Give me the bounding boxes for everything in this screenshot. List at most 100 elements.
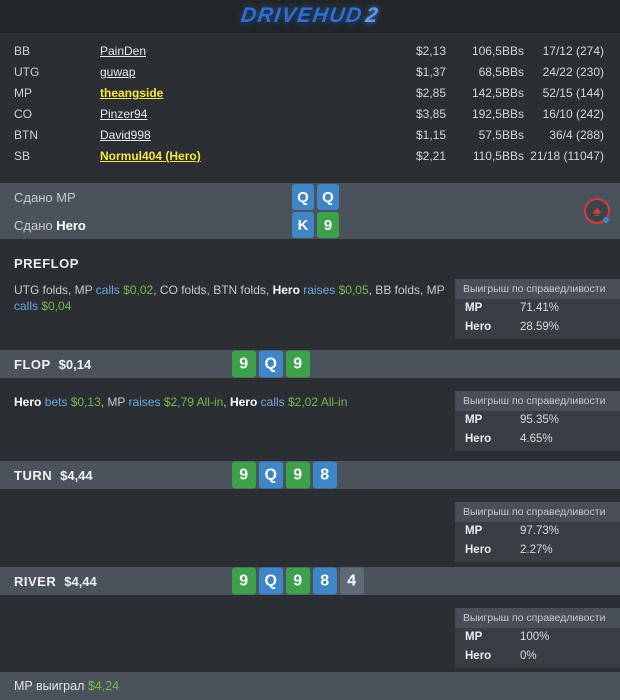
text-token: Сдано (14, 217, 57, 233)
text-token: $2,79 All-in (163, 395, 224, 409)
text-token: $0,13 (70, 395, 101, 409)
text-token: MP выиграл (14, 679, 88, 693)
text-token: Hero (14, 395, 42, 409)
dealt-row-hero: Сдано Hero K9 (0, 211, 620, 239)
player-row: CO Pinzer94 $3,85 192,5BBs 16/10 (242) (0, 104, 620, 125)
preflop-action-line: UTG folds, MP calls $0,02, CO folds, BTN… (14, 279, 455, 314)
card-Q: Q (259, 350, 283, 378)
equity-row: MP 100% (455, 628, 620, 647)
dealt-label: Сдано MP (14, 190, 76, 205)
card-8: 8 (313, 567, 337, 595)
vpip-pfr-stats: 17/12 (274) (542, 44, 604, 58)
dealt-label: Сдано Hero (14, 218, 86, 233)
position-label: MP (14, 86, 32, 100)
drivehud-logo: DRIVEHUD2 (239, 4, 381, 28)
equity-row: MP 71.41% (455, 299, 620, 318)
equity-player: Hero (465, 650, 492, 662)
equity-panel-title: Выигрыш по справедливости (455, 608, 620, 628)
text-token: calls (260, 395, 285, 409)
card-K: K (292, 212, 314, 238)
text-token: , MP (100, 395, 129, 409)
hole-cards-hero: K9 (292, 212, 342, 238)
flop-section: FLOP $0,14 9Q9 Hero bets $0,13, MP raise… (0, 350, 620, 451)
card-Q: Q (317, 184, 339, 210)
bbs-value: 142,5BBs (471, 86, 524, 100)
card-9: 9 (317, 212, 339, 238)
equity-player: MP (465, 302, 483, 314)
equity-value: 28.59% (520, 321, 560, 333)
replay-hand-icon[interactable]: ♠ (584, 198, 610, 224)
players-table: BB PainDen $2,13 106,5BBs 17/12 (274) UT… (0, 33, 620, 171)
equity-value: 4.65% (520, 433, 553, 445)
bbs-value: 192,5BBs (471, 107, 524, 121)
equity-value: 2.27% (520, 544, 553, 556)
text-token: Сдано MP (14, 189, 76, 205)
equity-panel-title: Выигрыш по справедливости (455, 391, 620, 411)
equity-player: MP (465, 414, 483, 426)
equity-row: MP 95.35% (455, 411, 620, 430)
text-token: $4,24 (87, 679, 120, 693)
player-name-link[interactable]: Pinzer94 (100, 104, 147, 125)
stack-value: $2,85 (415, 86, 446, 100)
equity-panel-river: Выигрыш по справедливости MP 100% Hero 0… (455, 608, 620, 668)
player-name-link[interactable]: PainDen (100, 41, 146, 62)
player-name-link[interactable]: guwap (100, 62, 135, 83)
preflop-title: PREFLOP (14, 256, 79, 271)
player-name-link[interactable]: Normul404 (Hero) (100, 146, 201, 167)
equity-panel-flop: Выигрыш по справедливости MP 95.35% Hero… (455, 391, 620, 451)
equity-value: 97.73% (520, 525, 560, 537)
card-Q: Q (292, 184, 314, 210)
vpip-pfr-stats: 16/10 (242) (542, 107, 604, 121)
text-token: bets (44, 395, 68, 409)
card-Q: Q (259, 567, 283, 595)
player-row: BTN David998 $1,15 57,5BBs 36/4 (288) (0, 125, 620, 146)
text-token: $0,05 (338, 283, 369, 297)
vpip-pfr-stats: 24/22 (230) (542, 65, 604, 79)
position-label: BTN (14, 128, 38, 142)
pot-amount: $4,44 (60, 467, 93, 483)
position-label: SB (14, 149, 31, 163)
equity-row: Hero 4.65% (455, 430, 620, 449)
card-9: 9 (232, 567, 256, 595)
river-header-bar: RIVER $4,44 9Q984 (0, 567, 620, 595)
hole-cards-mp: QQ (292, 184, 342, 210)
dealt-cards-block: Сдано MP QQ Сдано Hero K9 ♠ (0, 183, 620, 239)
equity-value: 95.35% (520, 414, 560, 426)
card-9: 9 (286, 567, 310, 595)
text-token: $0,04 (41, 299, 72, 313)
text-token: , (223, 395, 230, 409)
vpip-pfr-stats: 21/18 (11047) (530, 149, 604, 163)
player-name-link[interactable]: theangside (100, 83, 163, 104)
equity-panel-turn: Выигрыш по справедливости MP 97.73% Hero… (455, 502, 620, 562)
dealt-row-mp: Сдано MP QQ (0, 183, 620, 211)
card-9: 9 (286, 461, 310, 489)
position-label: UTG (14, 65, 40, 79)
text-token: , BB folds, MP (368, 283, 445, 297)
card-8: 8 (313, 461, 337, 489)
turn-section: TURN $4,44 9Q98 Выигрыш по справедливост… (0, 461, 620, 562)
text-token: Hero (56, 217, 86, 233)
equity-player: MP (465, 525, 483, 537)
card-9: 9 (232, 350, 256, 378)
card-4: 4 (340, 567, 364, 595)
street-title: TURN (14, 467, 53, 483)
hand-history-window: DRIVEHUD2 BB PainDen $2,13 106,5BBs 17/1… (0, 0, 620, 700)
text-token: calls (95, 283, 120, 297)
equity-player: Hero (465, 321, 492, 333)
equity-value: 0% (520, 650, 537, 662)
turn-header-bar: TURN $4,44 9Q98 (0, 461, 620, 489)
stack-value: $1,37 (415, 65, 446, 79)
equity-row: Hero 0% (455, 647, 620, 666)
equity-row: MP 97.73% (455, 522, 620, 541)
stack-value: $2,13 (415, 44, 446, 58)
pot-amount: $4,44 (64, 573, 97, 589)
text-token: , CO folds, BTN folds, (153, 283, 273, 297)
equity-player: Hero (465, 544, 492, 556)
equity-value: 100% (520, 631, 550, 643)
street-title: RIVER (14, 573, 57, 589)
bbs-value: 110,5BBs (472, 149, 524, 163)
player-name-link[interactable]: David998 (100, 125, 151, 146)
text-token: raises (303, 283, 336, 297)
hand-result-text: MP выиграл $4,24 (14, 679, 119, 693)
text-token: $0,02 (123, 283, 154, 297)
